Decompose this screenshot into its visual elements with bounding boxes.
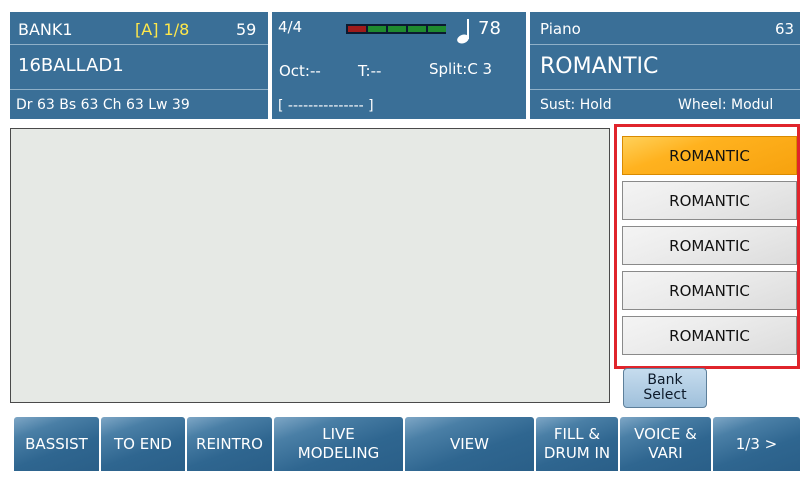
sustain-setting: Sust: Hold [540,97,612,113]
voice-slot-label: ROMANTIC [669,146,750,165]
divider [10,89,268,90]
wheel-setting: Wheel: Modul [678,97,774,113]
softkey-to-end[interactable]: TO END [101,417,185,471]
octave-value: Oct:-- [279,62,321,80]
softkey-view[interactable]: VIEW [405,417,534,471]
transpose-value: T:-- [358,62,382,80]
bank-select-label-line1: Bank [647,372,683,388]
softkey-voice-vari[interactable]: VOICE & VARI [620,417,711,471]
voice-slot-button[interactable]: ROMANTIC [622,181,797,220]
style-number: 59 [236,20,257,39]
softkey-label: MODELING [297,444,380,462]
beat-meter [346,24,446,34]
divider [530,89,800,90]
bank-select-label-line2: Select [643,387,687,403]
softkey-reintro[interactable]: REINTRO [187,417,272,471]
voice-name: ROMANTIC [540,54,659,79]
beat-meter-segment [368,26,386,32]
softkey-label: VOICE & [634,425,697,443]
divider [530,44,800,45]
beat-meter-segment [408,26,426,32]
softkey-label: TO END [114,434,172,453]
voice-slot-button[interactable]: ROMANTIC [622,316,797,355]
softkey-page-next[interactable]: 1/3 > [713,417,800,471]
time-signature: 4/4 [278,18,303,36]
beat-meter-segment [348,26,366,32]
divider [10,44,268,45]
quarter-note-icon [457,19,469,44]
softkey-label: VIEW [450,434,489,453]
softkey-label: REINTRO [196,434,263,453]
softkey-live-modeling[interactable]: LIVE MODELING [274,417,403,471]
style-info-panel[interactable]: BANK1 [A] 1/8 59 16BALLAD1 Dr 63 Bs 63 C… [10,12,268,119]
style-name: 16BALLAD1 [18,55,124,76]
voice-slot-label: ROMANTIC [669,191,750,210]
softkey-label: VARI [648,444,683,462]
beat-meter-segment [388,26,406,32]
variation-indicator: [A] 1/8 [135,20,190,39]
voice-number: 63 [775,20,795,38]
voice-slot-button[interactable]: ROMANTIC [622,136,797,175]
voice-slot-button[interactable]: ROMANTIC [622,271,797,310]
voice-slot-label: ROMANTIC [669,326,750,345]
softkey-bassist[interactable]: BASSIST [14,417,99,471]
voice-info-panel[interactable]: Piano 63 ROMANTIC Sust: Hold Wheel: Modu… [530,12,800,119]
chord-display: [ --------------- ] [278,98,374,114]
bank-label: BANK1 [18,20,73,39]
softkey-label: 1/3 > [735,434,778,453]
voice-slot-label: ROMANTIC [669,281,750,300]
softkey-label: LIVE [322,425,355,443]
softkey-label: DRUM IN [543,444,611,462]
arranger-status-panel[interactable]: 4/4 78 Oct:-- T:-- Split:C 3 [ ---------… [272,12,526,119]
tempo-value: 78 [478,18,501,39]
beat-meter-segment [428,26,446,32]
softkey-label: FILL & [553,425,601,443]
softkey-label: BASSIST [25,434,88,453]
voice-slot-button[interactable]: ROMANTIC [622,226,797,265]
softkey-fill-drum-in[interactable]: FILL & DRUM IN [536,417,618,471]
mix-levels: Dr 63 Bs 63 Ch 63 Lw 39 [16,97,190,113]
bank-select-button[interactable]: Bank Select [623,368,707,408]
voice-category: Piano [540,20,581,38]
split-point: Split:C 3 [429,60,493,78]
main-display-area [10,128,610,403]
voice-slot-label: ROMANTIC [669,236,750,255]
